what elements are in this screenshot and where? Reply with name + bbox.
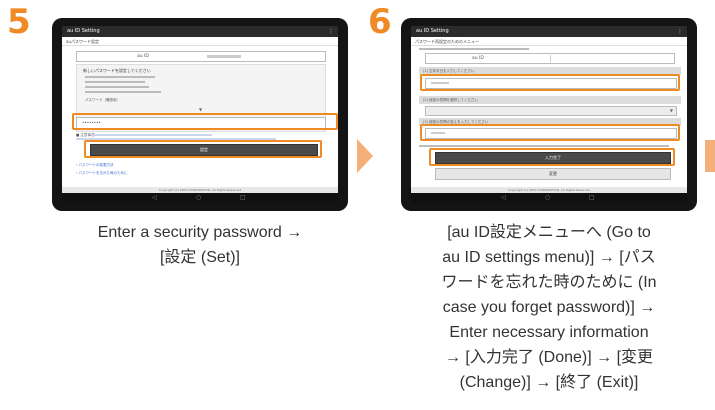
- system-navbar: ◁ ○ □: [411, 193, 687, 203]
- notice-line: [92, 134, 212, 136]
- instruction-line: [85, 86, 149, 88]
- tablet-frame-step6: au ID Setting ⋮ パスワード再設定のためのメニュー au ID (…: [401, 18, 697, 211]
- column-divider: [550, 55, 551, 62]
- app-title: au ID Setting: [67, 28, 100, 34]
- caption-line: au ID settings menu)] → [パス: [442, 249, 656, 266]
- caption-line: [設定 (Set)]: [159, 249, 240, 266]
- description-line: [419, 48, 529, 50]
- instruction-line: [85, 91, 161, 93]
- recents-icon[interactable]: □: [589, 194, 595, 201]
- next-page-arrow-icon: [705, 140, 715, 172]
- birthdate-input-highlight: [420, 74, 680, 91]
- back-icon[interactable]: ◁: [501, 194, 506, 201]
- overflow-menu-icon[interactable]: ⋮: [677, 26, 683, 37]
- au-id-label: au ID: [137, 54, 149, 59]
- step-number-5: 5: [7, 2, 31, 42]
- link-text[interactable]: › パスワードを忘れた時のために: [76, 171, 128, 176]
- secret-question-select[interactable]: ▼: [425, 106, 677, 116]
- tablet-frame-step5: au ID Setting ⋮ auパスワード設定 au ID 新しいパスワード…: [52, 18, 348, 211]
- back-icon[interactable]: ◁: [152, 194, 157, 201]
- set-button-highlight: [84, 140, 322, 158]
- caption-line: Enter necessary information: [449, 324, 649, 341]
- question-2-row: (2) 秘密の質問を選択してください: [419, 96, 681, 104]
- password-input-highlight: [72, 113, 338, 130]
- caption-line: [au ID設定メニューへ (Go to: [447, 224, 651, 241]
- change-button[interactable]: 変更: [435, 168, 671, 180]
- step-number-6: 6: [368, 2, 392, 42]
- form-heading: 新しいパスワードを設定してください: [83, 68, 151, 73]
- change-button-label: 変更: [549, 171, 557, 176]
- au-id-value-masked: [207, 55, 241, 58]
- note-line: [419, 145, 669, 147]
- caption-line: case you forget password)] →: [442, 299, 656, 316]
- tablet-screen-step6: au ID Setting ⋮ パスワード再設定のためのメニュー au ID (…: [411, 26, 687, 203]
- app-bar: au ID Setting ⋮: [62, 26, 338, 37]
- home-icon[interactable]: ○: [545, 194, 550, 201]
- next-step-arrow-icon: [357, 139, 373, 173]
- chevron-down-icon: ▼: [199, 107, 203, 112]
- instruction-line: [85, 81, 145, 83]
- sub-header: パスワード再設定のためのメニュー: [411, 38, 687, 46]
- link-text[interactable]: › パスワードの変更方法: [76, 163, 114, 168]
- app-title: au ID Setting: [416, 28, 449, 34]
- chevron-down-icon: ▼: [669, 108, 673, 113]
- overflow-menu-icon[interactable]: ⋮: [328, 26, 334, 37]
- caption-step6: [au ID設定メニューへ (Go to au ID settings menu…: [401, 220, 697, 395]
- caption-line: ワードを忘れた時のために (In: [441, 274, 657, 291]
- secret-answer-input-highlight: [420, 124, 680, 141]
- instruction-line: [85, 76, 155, 78]
- caption-step5: Enter a security password → [設定 (Set)]: [52, 220, 348, 270]
- recents-icon[interactable]: □: [240, 194, 246, 201]
- tablet-screen-step5: au ID Setting ⋮ auパスワード設定 au ID 新しいパスワード…: [62, 26, 338, 203]
- system-navbar: ◁ ○ □: [62, 193, 338, 203]
- caption-line: Enter a security password →: [97, 224, 303, 241]
- question-2-label: (2) 秘密の質問を選択してください: [423, 98, 478, 102]
- done-button-highlight: [429, 148, 675, 166]
- caption-line: (Change)] → [終了 (Exit)]: [459, 374, 639, 391]
- au-id-row: au ID: [76, 51, 326, 62]
- au-id-label: au ID: [472, 56, 484, 61]
- au-id-row: au ID: [425, 53, 675, 64]
- home-icon[interactable]: ○: [196, 194, 201, 201]
- app-bar: au ID Setting ⋮: [411, 26, 687, 37]
- caption-line: → [入力完了 (Done)] → [変更: [444, 349, 654, 366]
- sub-header: auパスワード設定: [62, 38, 338, 46]
- confirm-field-label: パスワード（確認用）: [85, 98, 120, 102]
